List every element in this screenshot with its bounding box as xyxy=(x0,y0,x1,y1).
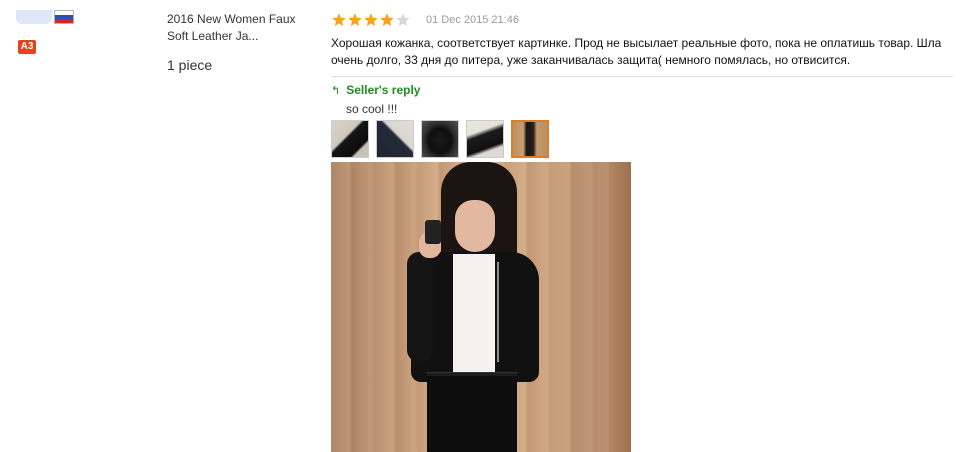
review-photo-thumbnails xyxy=(331,120,953,158)
star-filled-icon xyxy=(348,13,362,26)
order-quantity: 1 piece xyxy=(167,57,213,73)
star-filled-icon xyxy=(364,13,378,26)
star-empty-icon xyxy=(396,13,410,26)
product-title[interactable]: 2016 New Women Faux Soft Leather Ja... xyxy=(167,11,317,45)
thumbnail-1[interactable] xyxy=(331,120,369,158)
star-filled-icon xyxy=(332,13,346,26)
reviewer-info: A3 xyxy=(16,10,146,54)
reviewer-name[interactable] xyxy=(16,10,52,24)
review-date: 01 Dec 2015 21:46 xyxy=(426,14,519,26)
review-text: Хорошая кожанка, соответствует картинке.… xyxy=(331,35,953,77)
thumbnail-3[interactable] xyxy=(421,120,459,158)
thumbnail-2[interactable] xyxy=(376,120,414,158)
star-filled-icon xyxy=(380,13,394,26)
seller-reply-label: Seller's reply xyxy=(346,83,421,97)
reviewer-level-badge: A3 xyxy=(18,40,36,54)
russia-flag-icon xyxy=(54,10,74,24)
reply-arrow-icon: ↰ xyxy=(331,84,341,97)
star-rating xyxy=(331,12,411,28)
product-info: 2016 New Women Faux Soft Leather Ja... 1… xyxy=(167,11,317,74)
thumbnail-4[interactable] xyxy=(466,120,504,158)
rating-row: 01 Dec 2015 21:46 xyxy=(331,10,953,30)
seller-reply-heading: ↰ Seller's reply xyxy=(331,83,953,97)
review-photo-large[interactable] xyxy=(331,162,631,452)
thumbnail-5[interactable] xyxy=(511,120,549,158)
review-content: 01 Dec 2015 21:46 Хорошая кожанка, соотв… xyxy=(331,10,953,452)
seller-reply-text: so cool !!! xyxy=(346,102,398,116)
